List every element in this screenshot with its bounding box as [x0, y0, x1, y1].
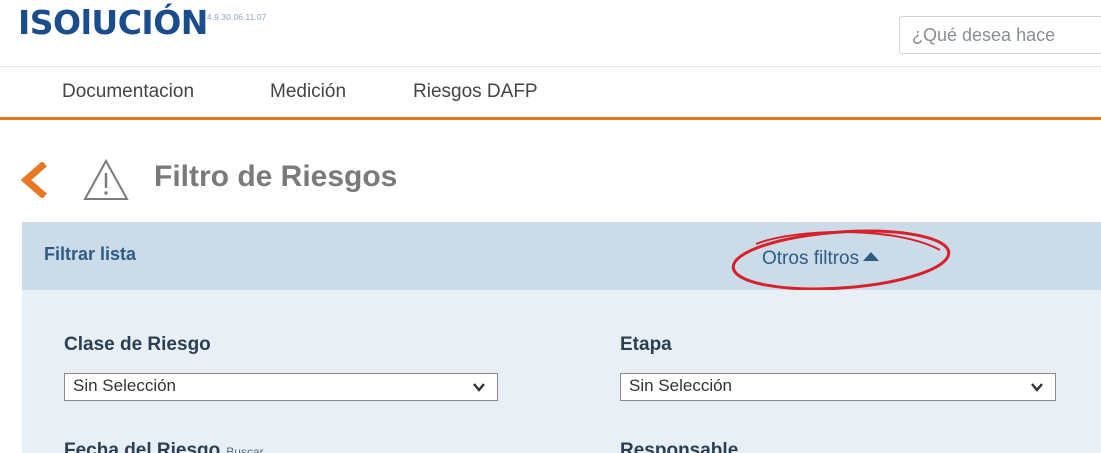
search-input[interactable]	[899, 16, 1101, 54]
chevron-left-icon[interactable]	[18, 162, 48, 198]
clase-de-riesgo-label: Clase de Riesgo	[64, 334, 211, 355]
nav-item-documentacion[interactable]: Documentacion	[62, 81, 194, 103]
clase-de-riesgo-value: Sin Selección	[73, 376, 177, 395]
fecha-del-riesgo-text: Fecha del Riesgo	[64, 440, 221, 453]
chevron-down-icon	[1031, 383, 1043, 392]
etapa-label: Etapa	[620, 334, 672, 355]
clase-de-riesgo-select[interactable]: Sin Selección	[64, 373, 498, 401]
fecha-del-riesgo-label: Fecha del Riesgo Buscar	[64, 440, 264, 453]
filter-list-title: Filtrar lista	[44, 244, 137, 264]
nav-item-medicion[interactable]: Medición	[270, 81, 346, 103]
etapa-select[interactable]: Sin Selección	[620, 373, 1056, 401]
other-filters-label: Otros filtros	[762, 248, 860, 269]
filter-body: Clase de Riesgo Sin Selección Etapa Sin …	[22, 290, 1101, 453]
fecha-buscar-hint: Buscar	[226, 445, 264, 453]
isolucion-logo[interactable]: ISOlUCIÓN	[18, 6, 208, 39]
top-bar: ISOlUCIÓN 4.9.30.06.11.07	[0, 0, 1101, 66]
warning-triangle-icon	[83, 158, 129, 200]
other-filters-toggle[interactable]: Otros filtros	[762, 248, 880, 270]
nav-item-riesgos-dafp[interactable]: Riesgos DAFP	[413, 81, 538, 103]
caret-up-icon	[863, 252, 880, 261]
main-nav: Documentacion Medición Riesgos DAFP	[0, 66, 1101, 120]
page-title: Filtro de Riesgos	[154, 160, 398, 193]
etapa-value: Sin Selección	[629, 376, 733, 395]
responsable-label: Responsable	[620, 440, 739, 453]
version-label: 4.9.30.06.11.07	[207, 13, 267, 22]
chevron-down-icon	[473, 383, 485, 392]
filter-header: Filtrar lista Otros filtros	[22, 222, 1101, 291]
